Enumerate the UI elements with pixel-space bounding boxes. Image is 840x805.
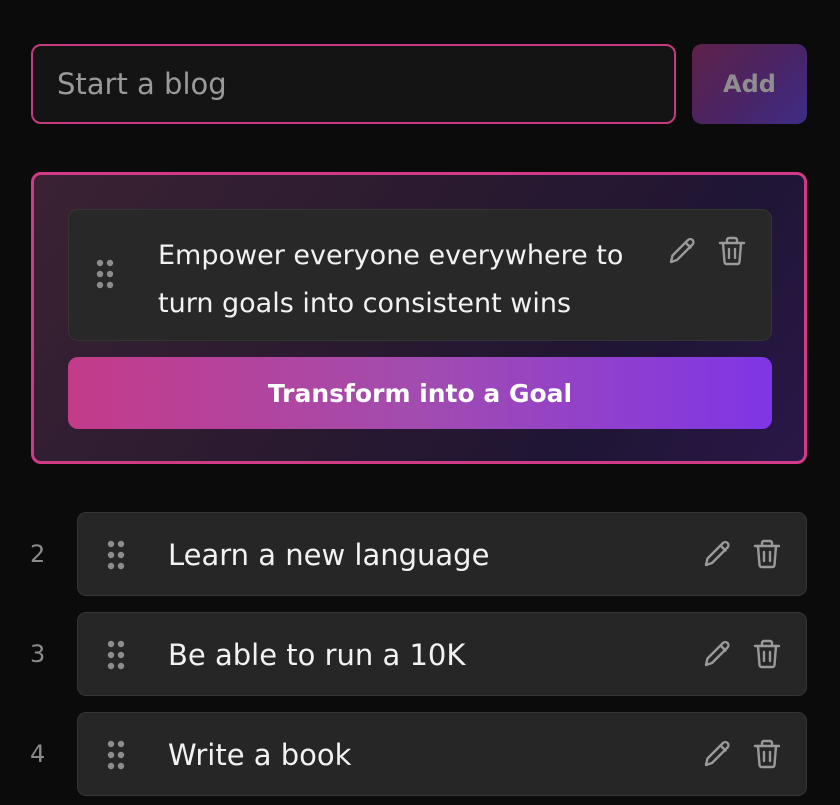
pencil-icon[interactable] bbox=[665, 234, 699, 268]
goal-label: Write a book bbox=[168, 738, 352, 772]
featured-goal-card: Empower everyone everywhere to turn goal… bbox=[31, 172, 807, 464]
pencil-icon[interactable] bbox=[700, 737, 734, 771]
goal-row-number: 3 bbox=[30, 640, 46, 668]
goal-label: Learn a new language bbox=[168, 538, 490, 572]
transform-into-goal-button[interactable]: Transform into a Goal bbox=[68, 357, 772, 429]
trash-icon[interactable] bbox=[715, 234, 749, 268]
drag-handle-icon[interactable] bbox=[95, 258, 115, 290]
new-goal-input[interactable] bbox=[31, 44, 676, 124]
goal-row-number: 2 bbox=[30, 540, 46, 568]
goal-list-item: Learn a new language bbox=[77, 512, 807, 596]
pencil-icon[interactable] bbox=[700, 537, 734, 571]
featured-goal-text: Empower everyone everywhere to turn goal… bbox=[158, 240, 624, 319]
featured-goal-item: Empower everyone everywhere to turn goal… bbox=[68, 209, 772, 341]
goal-row-number: 4 bbox=[30, 740, 46, 768]
new-goal-row: Add bbox=[31, 44, 807, 124]
drag-handle-icon[interactable] bbox=[106, 739, 126, 771]
goal-label: Be able to run a 10K bbox=[168, 638, 466, 672]
trash-icon[interactable] bbox=[750, 537, 784, 571]
trash-icon[interactable] bbox=[750, 637, 784, 671]
add-button[interactable]: Add bbox=[692, 44, 807, 124]
goal-list-item: Be able to run a 10K bbox=[77, 612, 807, 696]
drag-handle-icon[interactable] bbox=[106, 639, 126, 671]
trash-icon[interactable] bbox=[750, 737, 784, 771]
pencil-icon[interactable] bbox=[700, 637, 734, 671]
drag-handle-icon[interactable] bbox=[106, 539, 126, 571]
goal-list-item: Write a book bbox=[77, 712, 807, 796]
